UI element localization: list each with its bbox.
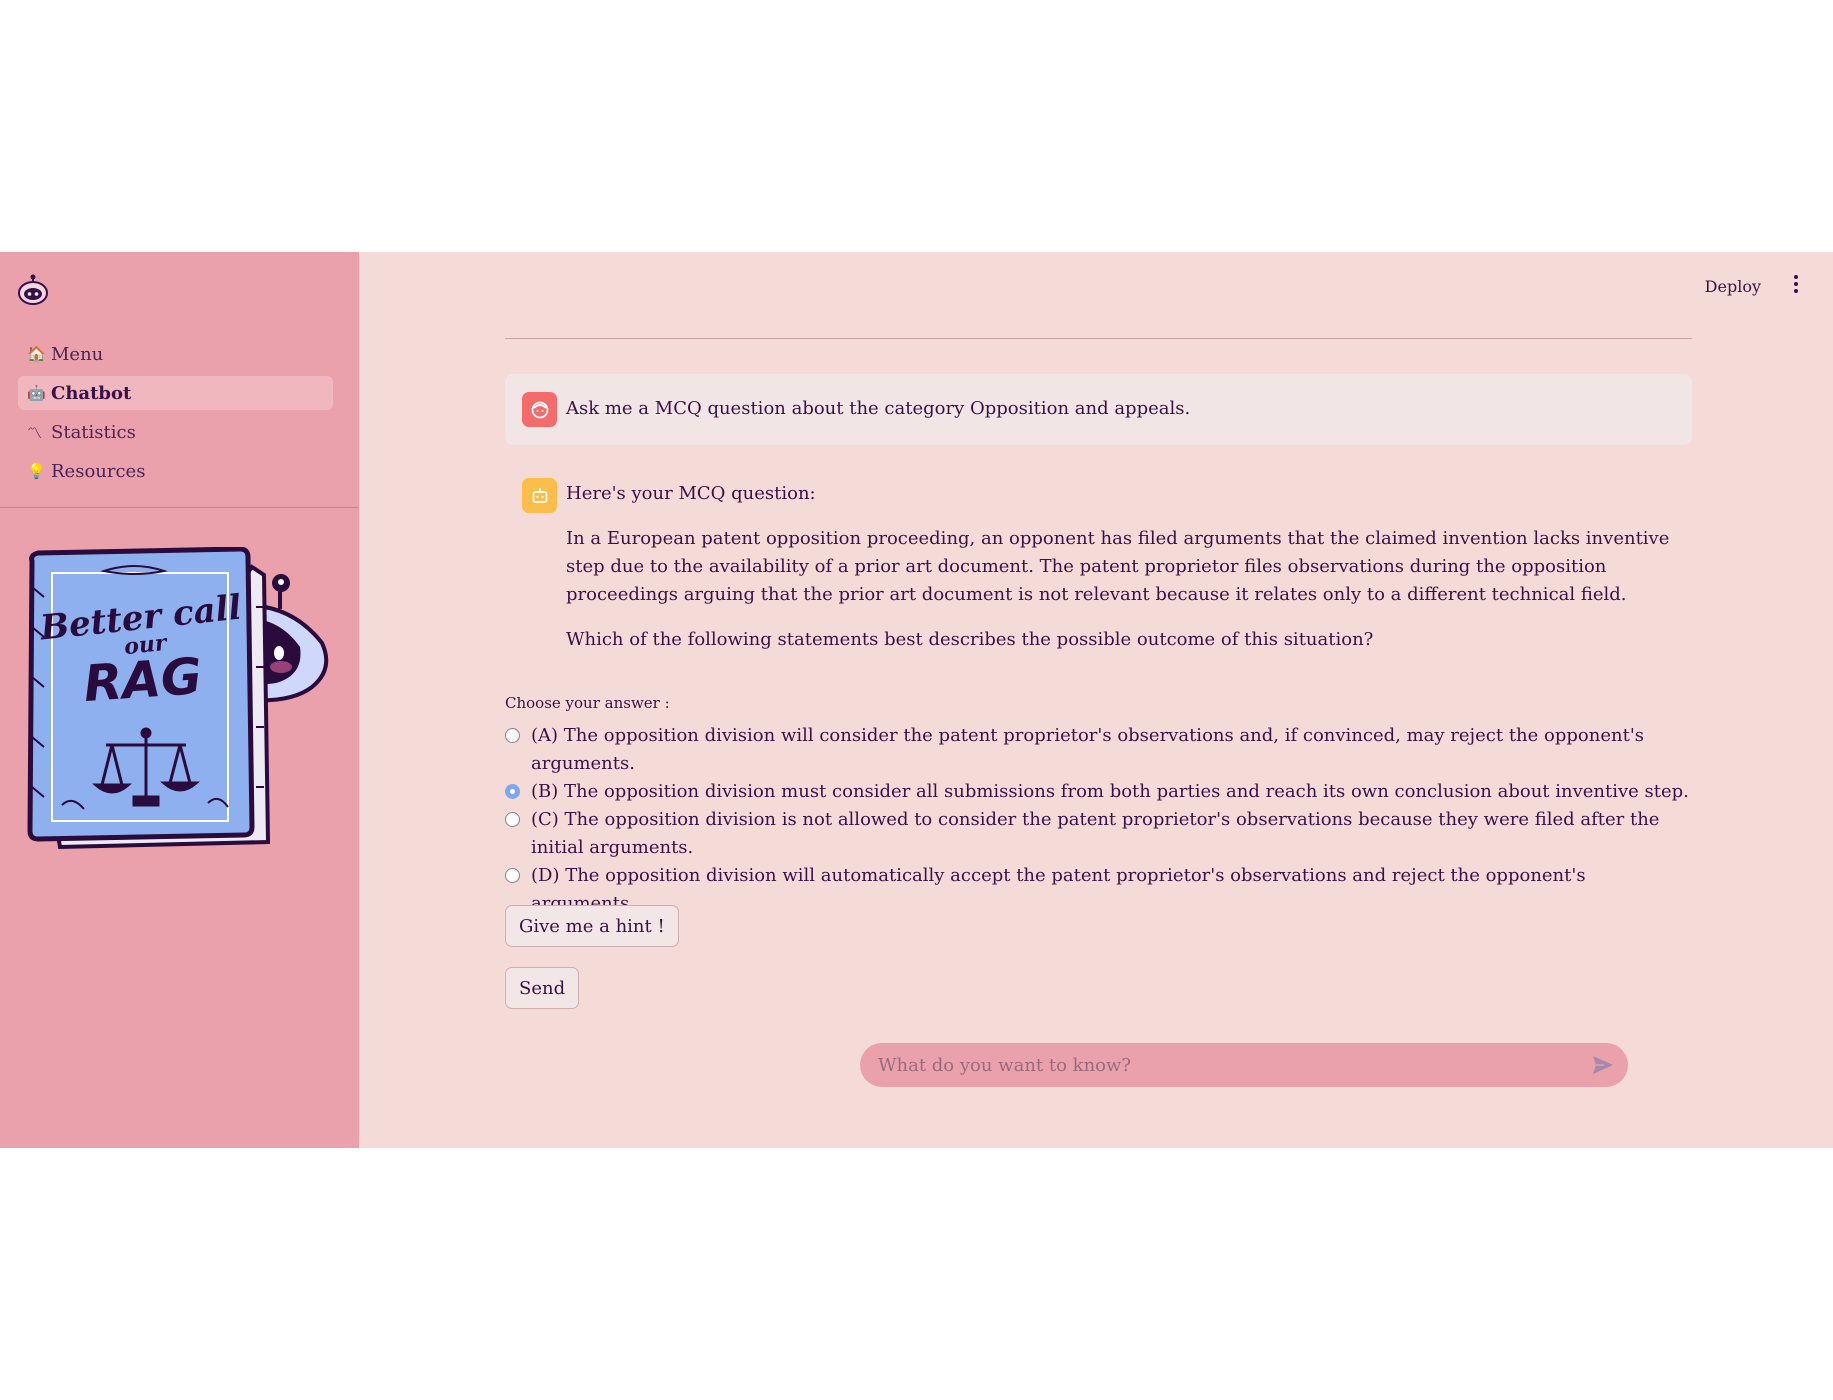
- sidebar-divider: [0, 507, 359, 508]
- main-panel: Deploy Ask me a MCQ question about the c…: [359, 252, 1833, 1148]
- answer-option-label: (B) The opposition division must conside…: [531, 781, 1689, 802]
- user-avatar-icon: [522, 392, 557, 427]
- assistant-intro-text: Here's your MCQ question:: [566, 483, 816, 504]
- sidebar: 🏠 Menu 🤖 Chatbot 〽 Statistics 💡 Resource…: [0, 252, 359, 1148]
- sidebar-item-resources[interactable]: 💡 Resources: [18, 454, 333, 488]
- send-icon[interactable]: [1592, 1055, 1614, 1075]
- better-call-our-rag-mascot-image: Better call our RAG: [27, 547, 329, 850]
- kebab-menu-icon[interactable]: [1789, 272, 1803, 296]
- radio-button[interactable]: [505, 812, 520, 827]
- mcq-prompt-text: Which of the following statements best d…: [566, 629, 1374, 650]
- mcq-question-text: In a European patent opposition proceedi…: [566, 528, 1670, 605]
- lightbulb-icon: 💡: [27, 462, 46, 480]
- sidebar-item-statistics[interactable]: 〽 Statistics: [18, 415, 333, 449]
- mascot-title-line3: RAG: [82, 647, 204, 713]
- radio-button[interactable]: [505, 728, 520, 743]
- assistant-message: Here's your MCQ question: In a European …: [505, 478, 1692, 654]
- user-message-text: Ask me a MCQ question about the category…: [566, 398, 1191, 419]
- sidebar-nav: 🏠 Menu 🤖 Chatbot 〽 Statistics 💡 Resource…: [18, 337, 333, 493]
- answer-option-label: (C) The opposition division is not allow…: [531, 809, 1660, 858]
- robot-icon: 🤖: [27, 384, 46, 402]
- radio-button-selected[interactable]: [505, 784, 520, 799]
- user-message: Ask me a MCQ question about the category…: [505, 374, 1692, 445]
- answer-option-a[interactable]: (A) The opposition division will conside…: [505, 722, 1692, 778]
- chat-input-bar: [860, 1043, 1628, 1087]
- chart-line-icon: 〽: [27, 423, 43, 442]
- sidebar-item-chatbot[interactable]: 🤖 Chatbot: [18, 376, 333, 410]
- answer-choice-label: Choose your answer :: [505, 694, 670, 712]
- send-answer-button[interactable]: Send: [505, 967, 580, 1009]
- robot-logo-icon[interactable]: [17, 274, 49, 306]
- bot-avatar-icon: [522, 478, 557, 513]
- hint-button[interactable]: Give me a hint !: [505, 905, 679, 947]
- answer-option-b[interactable]: (B) The opposition division must conside…: [505, 778, 1692, 806]
- sidebar-item-label: Statistics: [51, 421, 136, 443]
- app-window: 🏠 Menu 🤖 Chatbot 〽 Statistics 💡 Resource…: [0, 252, 1833, 1148]
- sidebar-item-label: Chatbot: [51, 382, 132, 404]
- answer-option-c[interactable]: (C) The opposition division is not allow…: [505, 806, 1692, 862]
- answer-option-d[interactable]: (D) The opposition division will automat…: [505, 862, 1692, 918]
- deploy-button[interactable]: Deploy: [1699, 276, 1767, 297]
- answer-option-label: (A) The opposition division will conside…: [531, 725, 1645, 774]
- chat-input[interactable]: [878, 1043, 1558, 1087]
- house-icon: 🏠: [27, 345, 46, 363]
- answer-radio-group: (A) The opposition division will conside…: [505, 722, 1692, 918]
- answer-option-label: (D) The opposition division will automat…: [531, 865, 1586, 914]
- radio-button[interactable]: [505, 868, 520, 883]
- content-divider: [505, 338, 1692, 339]
- sidebar-item-label: Menu: [51, 343, 104, 365]
- sidebar-item-label: Resources: [51, 460, 146, 482]
- sidebar-item-menu[interactable]: 🏠 Menu: [18, 337, 333, 371]
